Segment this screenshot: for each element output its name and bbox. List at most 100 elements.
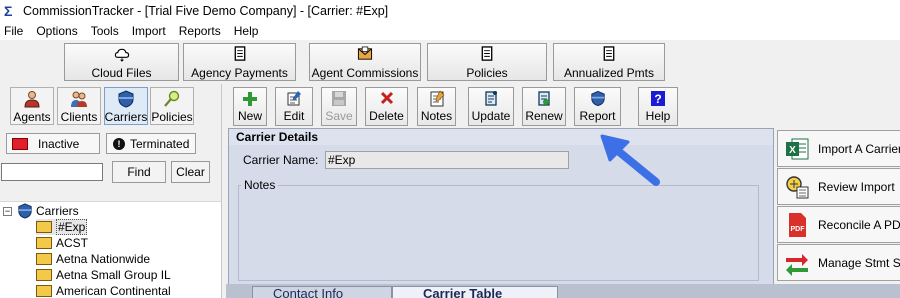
notes-field[interactable] — [238, 185, 759, 281]
annualized-pmts-button[interactable]: Annualized Pmts — [553, 43, 665, 81]
folder-icon — [36, 237, 52, 249]
menu-help[interactable]: Help — [234, 24, 259, 38]
menu-options[interactable]: Options — [36, 24, 77, 38]
report-label: Report — [579, 109, 616, 123]
manage-stmt-label: Manage Stmt Se — [818, 255, 900, 270]
carrier-tree: − Carriers #Exp ACST Aetna Nationwide Ae… — [0, 201, 221, 298]
tree-item[interactable]: ACST — [36, 235, 88, 251]
manage-stmt-button[interactable]: Manage Stmt Se — [777, 244, 900, 281]
swap-arrows-icon — [786, 253, 808, 276]
carrier-details-panel: Carrier Details Carrier Name: #Exp Notes — [228, 128, 774, 286]
tree-item-label: American Continental — [56, 284, 171, 298]
edit-label: Edit — [283, 109, 305, 123]
review-import-button[interactable]: Review Import — [777, 168, 900, 205]
report-button[interactable]: Report — [574, 87, 621, 126]
title-bar: Σ CommissionTracker - [Trial Five Demo C… — [0, 0, 900, 22]
update-label: Update — [471, 109, 511, 123]
left-navigation-panel: Agents Clients Carriers Policies Inactiv… — [0, 84, 222, 298]
help-label: Help — [645, 109, 671, 123]
renew-icon — [538, 91, 550, 106]
policies-top-label: Policies — [466, 66, 508, 80]
search-input[interactable] — [1, 163, 103, 181]
delete-label: Delete — [369, 109, 404, 123]
import-carrier-label: Import A Carrier — [818, 141, 900, 156]
tree-item-label: #Exp — [56, 219, 88, 235]
menu-import[interactable]: Import — [132, 24, 166, 38]
agents-nav-label: Agents — [13, 110, 51, 124]
terminated-filter-button[interactable]: ! Terminated — [106, 133, 196, 154]
detail-tabs: Contact Info Carrier Table — [226, 284, 900, 298]
update-button[interactable]: Update — [468, 87, 514, 126]
scroll-icon — [485, 91, 497, 106]
clients-nav-label: Clients — [60, 110, 98, 124]
document-icon — [603, 46, 615, 61]
notes-label: Notes — [241, 178, 279, 192]
tree-item-selected[interactable]: #Exp — [36, 219, 88, 235]
menu-bar: File Options Tools Import Reports Help — [0, 22, 900, 40]
find-button[interactable]: Find — [112, 161, 166, 183]
agency-payments-label: Agency Payments — [191, 66, 288, 80]
collapse-toggle-icon[interactable]: − — [3, 206, 12, 216]
tree-root[interactable]: − Carriers — [3, 203, 79, 219]
notes-icon — [430, 90, 444, 107]
menu-tools[interactable]: Tools — [91, 24, 119, 38]
tab-carrier-table[interactable]: Carrier Table — [392, 286, 558, 298]
document-icon — [481, 46, 493, 61]
reconcile-pdf-button[interactable]: PDF Reconcile A PDF — [777, 206, 900, 243]
carrier-shield-icon — [18, 203, 32, 219]
delete-icon — [380, 91, 393, 105]
tree-item[interactable]: American Continental — [36, 283, 171, 298]
clients-nav-button[interactable]: Clients — [57, 87, 101, 125]
cloud-files-button[interactable]: Cloud Files — [64, 43, 179, 81]
new-button[interactable]: New — [233, 87, 267, 126]
policies-top-button[interactable]: Policies — [427, 43, 547, 81]
delete-button[interactable]: Delete — [365, 87, 408, 126]
renew-button[interactable]: Renew — [522, 87, 566, 126]
menu-file[interactable]: File — [4, 24, 23, 38]
policies-nav-button[interactable]: Policies — [150, 87, 194, 125]
folder-icon — [36, 221, 52, 233]
tab-contact-info-label: Contact Info — [273, 286, 344, 298]
edit-button[interactable]: Edit — [275, 87, 313, 126]
inactive-filter-button[interactable]: Inactive — [6, 133, 100, 154]
window-title: CommissionTracker - [Trial Five Demo Com… — [23, 4, 389, 18]
carrier-details-heading: Carrier Details — [229, 129, 773, 145]
review-icon — [786, 175, 809, 198]
pointer-arrow-icon — [600, 134, 660, 186]
edit-icon — [287, 91, 301, 106]
inactive-label: Inactive — [38, 136, 80, 151]
menu-reports[interactable]: Reports — [179, 24, 221, 38]
renew-label: Renew — [525, 109, 563, 123]
clear-button[interactable]: Clear — [171, 161, 210, 183]
terminated-icon: ! — [113, 137, 125, 150]
carrier-name-field[interactable]: #Exp — [325, 151, 569, 169]
help-button[interactable]: ? Help — [638, 87, 678, 126]
shield-icon — [590, 90, 605, 107]
tab-contact-info[interactable]: Contact Info — [252, 286, 392, 298]
import-carrier-button[interactable]: X Import A Carrier — [777, 130, 900, 167]
notes-button[interactable]: Notes — [417, 87, 456, 126]
review-import-label: Review Import — [818, 179, 895, 194]
carriers-nav-label: Carriers — [104, 110, 148, 124]
save-button[interactable]: Save — [321, 87, 357, 126]
document-icon — [234, 46, 245, 61]
tab-carrier-table-label: Carrier Table — [423, 286, 503, 298]
carrier-shield-icon — [118, 90, 134, 108]
agent-commissions-button[interactable]: Agent Commissions — [309, 43, 421, 81]
app-logo-icon: Σ — [4, 3, 13, 19]
agents-nav-button[interactable]: Agents — [10, 87, 54, 125]
carriers-nav-button[interactable]: Carriers — [104, 87, 148, 125]
new-label: New — [237, 109, 262, 123]
terminated-label: Terminated — [130, 136, 190, 151]
policies-nav-label: Policies — [151, 110, 193, 124]
folder-icon — [36, 269, 52, 281]
inactive-flag-icon — [12, 137, 28, 150]
annualized-pmts-label: Annualized Pmts — [563, 66, 655, 80]
agency-payments-button[interactable]: Agency Payments — [183, 43, 296, 81]
side-actions-panel: X Import A Carrier Review Import PDF Rec… — [775, 128, 900, 286]
tree-item-label: Aetna Small Group IL — [56, 268, 171, 282]
cloud-files-icon — [114, 48, 129, 62]
magnifier-icon — [164, 90, 180, 107]
tree-item[interactable]: Aetna Small Group IL — [36, 267, 171, 283]
tree-item[interactable]: Aetna Nationwide — [36, 251, 150, 267]
